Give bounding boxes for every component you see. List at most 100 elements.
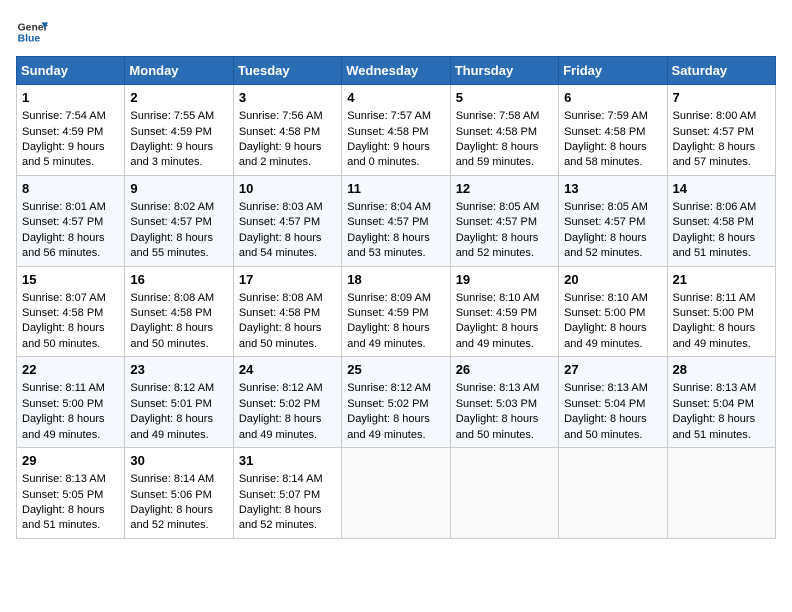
daylight-label: Daylight: 8 hours and 56 minutes. [22, 232, 105, 259]
calendar-cell: 23 Sunrise: 8:12 AM Sunset: 5:01 PM Dayl… [125, 357, 233, 448]
day-number: 30 [130, 452, 227, 470]
sunrise-label: Sunrise: 8:10 AM [564, 292, 648, 304]
sunrise-label: Sunrise: 7:56 AM [239, 110, 323, 122]
logo: General Blue [16, 16, 48, 48]
sunrise-label: Sunrise: 8:14 AM [239, 473, 323, 485]
calendar-cell: 9 Sunrise: 8:02 AM Sunset: 4:57 PM Dayli… [125, 175, 233, 266]
sunrise-label: Sunrise: 8:03 AM [239, 201, 323, 213]
sunrise-label: Sunrise: 8:08 AM [130, 292, 214, 304]
daylight-label: Daylight: 8 hours and 49 minutes. [673, 322, 756, 349]
calendar-cell: 27 Sunrise: 8:13 AM Sunset: 5:04 PM Dayl… [559, 357, 667, 448]
daylight-label: Daylight: 8 hours and 54 minutes. [239, 232, 322, 259]
calendar-cell: 1 Sunrise: 7:54 AM Sunset: 4:59 PM Dayli… [17, 85, 125, 176]
daylight-label: Daylight: 8 hours and 49 minutes. [347, 322, 430, 349]
sunset-label: Sunset: 5:02 PM [239, 398, 320, 410]
sunset-label: Sunset: 4:57 PM [22, 216, 103, 228]
sunrise-label: Sunrise: 8:13 AM [673, 382, 757, 394]
day-number: 18 [347, 271, 444, 289]
calendar-cell: 16 Sunrise: 8:08 AM Sunset: 4:58 PM Dayl… [125, 266, 233, 357]
daylight-label: Daylight: 8 hours and 52 minutes. [456, 232, 539, 259]
daylight-label: Daylight: 8 hours and 57 minutes. [673, 141, 756, 168]
sunset-label: Sunset: 4:57 PM [347, 216, 428, 228]
sunrise-label: Sunrise: 8:00 AM [673, 110, 757, 122]
weekday-header: Saturday [667, 57, 775, 85]
day-number: 7 [673, 89, 770, 107]
sunset-label: Sunset: 4:58 PM [456, 126, 537, 138]
sunset-label: Sunset: 4:58 PM [22, 307, 103, 319]
daylight-label: Daylight: 8 hours and 49 minutes. [22, 413, 105, 440]
day-number: 20 [564, 271, 661, 289]
sunset-label: Sunset: 5:02 PM [347, 398, 428, 410]
sunrise-label: Sunrise: 8:13 AM [22, 473, 106, 485]
daylight-label: Daylight: 8 hours and 50 minutes. [239, 322, 322, 349]
calendar-cell: 30 Sunrise: 8:14 AM Sunset: 5:06 PM Dayl… [125, 448, 233, 539]
sunset-label: Sunset: 5:05 PM [22, 489, 103, 501]
sunrise-label: Sunrise: 8:12 AM [239, 382, 323, 394]
daylight-label: Daylight: 9 hours and 3 minutes. [130, 141, 213, 168]
daylight-label: Daylight: 8 hours and 50 minutes. [564, 413, 647, 440]
calendar-cell: 13 Sunrise: 8:05 AM Sunset: 4:57 PM Dayl… [559, 175, 667, 266]
daylight-label: Daylight: 8 hours and 49 minutes. [456, 322, 539, 349]
calendar-cell: 18 Sunrise: 8:09 AM Sunset: 4:59 PM Dayl… [342, 266, 450, 357]
weekday-header: Monday [125, 57, 233, 85]
day-number: 28 [673, 361, 770, 379]
day-number: 17 [239, 271, 336, 289]
sunset-label: Sunset: 5:00 PM [22, 398, 103, 410]
day-number: 11 [347, 180, 444, 198]
calendar-cell: 5 Sunrise: 7:58 AM Sunset: 4:58 PM Dayli… [450, 85, 558, 176]
calendar-table: SundayMondayTuesdayWednesdayThursdayFrid… [16, 56, 776, 539]
day-number: 2 [130, 89, 227, 107]
day-number: 13 [564, 180, 661, 198]
calendar-cell [342, 448, 450, 539]
sunrise-label: Sunrise: 8:14 AM [130, 473, 214, 485]
daylight-label: Daylight: 8 hours and 50 minutes. [22, 322, 105, 349]
day-number: 31 [239, 452, 336, 470]
day-number: 10 [239, 180, 336, 198]
weekday-header: Friday [559, 57, 667, 85]
daylight-label: Daylight: 8 hours and 51 minutes. [22, 504, 105, 531]
daylight-label: Daylight: 8 hours and 53 minutes. [347, 232, 430, 259]
daylight-label: Daylight: 8 hours and 55 minutes. [130, 232, 213, 259]
sunrise-label: Sunrise: 8:04 AM [347, 201, 431, 213]
daylight-label: Daylight: 8 hours and 50 minutes. [456, 413, 539, 440]
daylight-label: Daylight: 8 hours and 51 minutes. [673, 232, 756, 259]
calendar-cell: 31 Sunrise: 8:14 AM Sunset: 5:07 PM Dayl… [233, 448, 341, 539]
sunset-label: Sunset: 4:58 PM [564, 126, 645, 138]
calendar-week-row: 8 Sunrise: 8:01 AM Sunset: 4:57 PM Dayli… [17, 175, 776, 266]
sunset-label: Sunset: 5:06 PM [130, 489, 211, 501]
daylight-label: Daylight: 8 hours and 49 minutes. [347, 413, 430, 440]
calendar-cell: 11 Sunrise: 8:04 AM Sunset: 4:57 PM Dayl… [342, 175, 450, 266]
logo-icon: General Blue [16, 16, 48, 48]
sunrise-label: Sunrise: 8:07 AM [22, 292, 106, 304]
day-number: 3 [239, 89, 336, 107]
daylight-label: Daylight: 8 hours and 49 minutes. [130, 413, 213, 440]
calendar-cell: 15 Sunrise: 8:07 AM Sunset: 4:58 PM Dayl… [17, 266, 125, 357]
sunset-label: Sunset: 4:58 PM [347, 126, 428, 138]
sunset-label: Sunset: 4:57 PM [564, 216, 645, 228]
daylight-label: Daylight: 8 hours and 49 minutes. [564, 322, 647, 349]
calendar-cell: 26 Sunrise: 8:13 AM Sunset: 5:03 PM Dayl… [450, 357, 558, 448]
calendar-cell: 7 Sunrise: 8:00 AM Sunset: 4:57 PM Dayli… [667, 85, 775, 176]
calendar-header-row: SundayMondayTuesdayWednesdayThursdayFrid… [17, 57, 776, 85]
calendar-cell: 12 Sunrise: 8:05 AM Sunset: 4:57 PM Dayl… [450, 175, 558, 266]
sunrise-label: Sunrise: 8:05 AM [564, 201, 648, 213]
calendar-cell: 17 Sunrise: 8:08 AM Sunset: 4:58 PM Dayl… [233, 266, 341, 357]
weekday-header: Tuesday [233, 57, 341, 85]
calendar-cell: 14 Sunrise: 8:06 AM Sunset: 4:58 PM Dayl… [667, 175, 775, 266]
sunrise-label: Sunrise: 7:59 AM [564, 110, 648, 122]
daylight-label: Daylight: 8 hours and 58 minutes. [564, 141, 647, 168]
sunset-label: Sunset: 4:59 PM [130, 126, 211, 138]
day-number: 1 [22, 89, 119, 107]
sunset-label: Sunset: 4:58 PM [130, 307, 211, 319]
calendar-cell: 3 Sunrise: 7:56 AM Sunset: 4:58 PM Dayli… [233, 85, 341, 176]
weekday-header: Sunday [17, 57, 125, 85]
sunrise-label: Sunrise: 7:55 AM [130, 110, 214, 122]
calendar-cell: 28 Sunrise: 8:13 AM Sunset: 5:04 PM Dayl… [667, 357, 775, 448]
calendar-cell [450, 448, 558, 539]
calendar-cell: 21 Sunrise: 8:11 AM Sunset: 5:00 PM Dayl… [667, 266, 775, 357]
day-number: 9 [130, 180, 227, 198]
sunset-label: Sunset: 5:03 PM [456, 398, 537, 410]
calendar-cell: 24 Sunrise: 8:12 AM Sunset: 5:02 PM Dayl… [233, 357, 341, 448]
daylight-label: Daylight: 9 hours and 5 minutes. [22, 141, 105, 168]
sunset-label: Sunset: 4:59 PM [347, 307, 428, 319]
